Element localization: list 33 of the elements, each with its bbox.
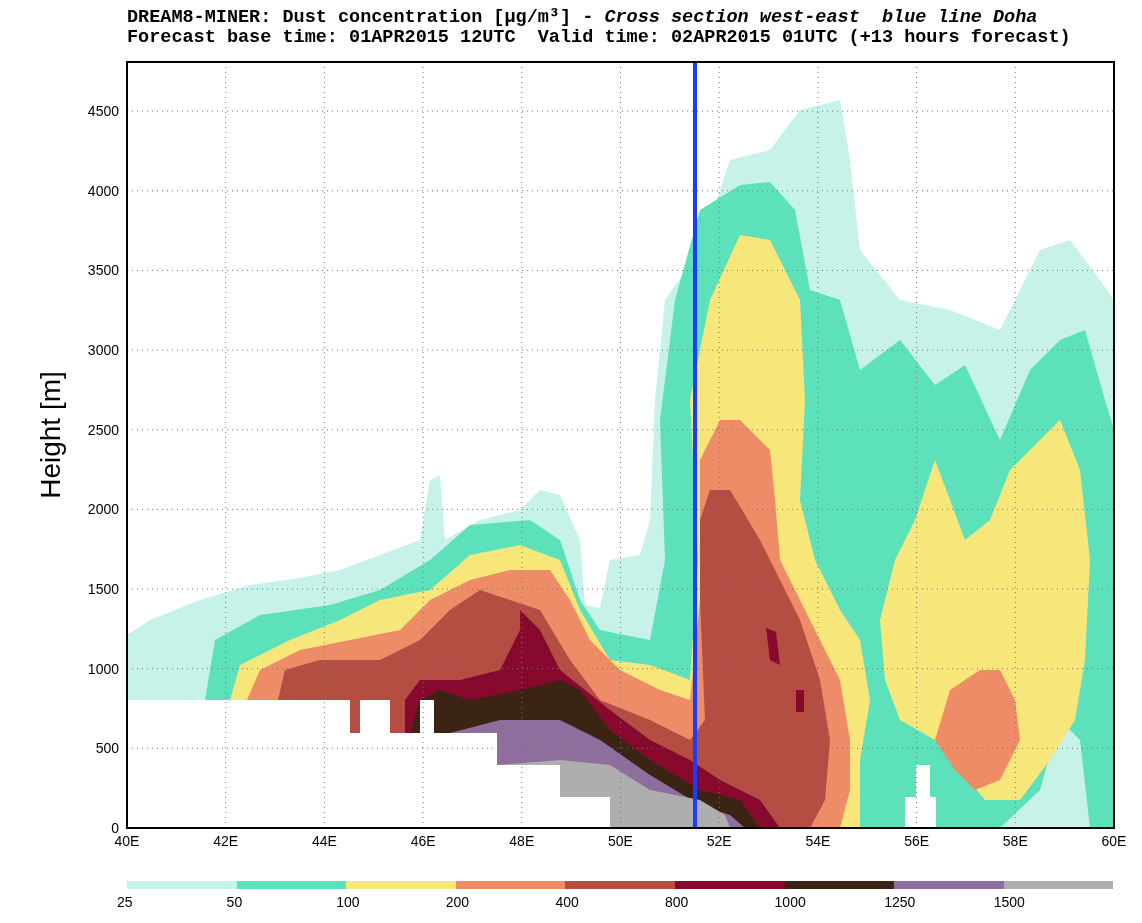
x-tick-label: 52E bbox=[706, 833, 732, 849]
y-tick-label: 0 bbox=[111, 820, 119, 836]
legend-label: 25 bbox=[117, 894, 133, 910]
x-tick-label: 56E bbox=[904, 833, 930, 849]
chart-subtitle: Forecast base time: 01APR2015 12UTC Valid time: 02APR2015 01UTC (+13 hours forecast) bbox=[127, 28, 1071, 48]
x-tick-label: 50E bbox=[608, 833, 633, 849]
y-axis-label: Height [m] bbox=[35, 371, 66, 499]
y-tick-label: 3500 bbox=[87, 262, 119, 279]
x-tick-label: 60E bbox=[1101, 833, 1127, 849]
legend-label: 1000 bbox=[774, 894, 806, 910]
legend-label: 100 bbox=[336, 894, 360, 910]
x-tick-label: 44E bbox=[311, 833, 337, 849]
x-tick-label: 40E bbox=[114, 833, 140, 849]
y-tick-label: 500 bbox=[95, 740, 119, 757]
legend-label: 200 bbox=[445, 894, 470, 910]
chart-title: DREAM8-MINER: Dust concentration [μg/m³] - Cross section west-east blue line Doha bbox=[127, 8, 1038, 28]
y-tick-label: 2500 bbox=[87, 421, 119, 438]
y-tick-label: 4000 bbox=[87, 182, 119, 199]
legend-label: 800 bbox=[664, 894, 689, 910]
x-tick-label: 42E bbox=[213, 833, 239, 849]
x-tick-label: 58E bbox=[1002, 833, 1028, 849]
y-tick-label: 3000 bbox=[87, 342, 119, 359]
legend-label: 400 bbox=[555, 894, 579, 910]
y-tick-label: 2000 bbox=[87, 501, 119, 518]
x-tick-label: 46E bbox=[410, 833, 436, 849]
y-tick-label: 1500 bbox=[87, 581, 119, 598]
legend-label: 1250 bbox=[884, 894, 916, 910]
x-tick-label: 48E bbox=[509, 833, 535, 849]
x-tick-label: 54E bbox=[805, 833, 831, 849]
y-tick-label: 4500 bbox=[87, 103, 119, 120]
y-tick-label: 1000 bbox=[87, 660, 119, 677]
legend-label: 1500 bbox=[993, 894, 1025, 910]
legend-label: 50 bbox=[226, 894, 243, 910]
